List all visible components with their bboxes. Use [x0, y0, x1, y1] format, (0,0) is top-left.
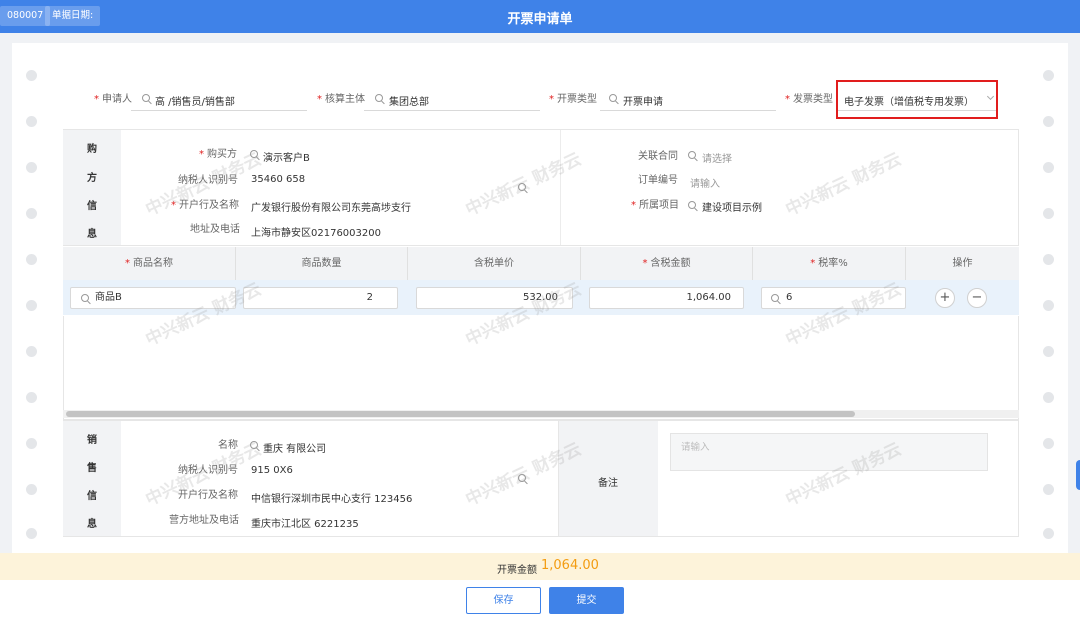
search-icon — [375, 94, 383, 102]
search-icon — [81, 294, 89, 302]
search-icon[interactable] — [688, 151, 696, 159]
table-body — [63, 316, 1019, 420]
save-button[interactable]: 保存 — [466, 587, 541, 614]
add-row-icon[interactable]: + — [935, 288, 955, 308]
remark-textarea[interactable]: 请输入 — [670, 433, 988, 471]
remark-label: 备注 — [598, 478, 618, 489]
buyer-title-char: 方 — [87, 173, 97, 184]
product-name-input[interactable]: 商品B — [70, 287, 236, 309]
search-icon[interactable] — [518, 183, 526, 191]
seller-title-char: 息 — [87, 519, 97, 530]
seller-bank-label: 开户行及名称 — [178, 490, 238, 501]
col-header-rate: * 税率% — [753, 247, 906, 280]
invoice-type-label: 发票类型 — [793, 94, 833, 105]
seller-tax-value: 915 0X6 — [251, 465, 293, 476]
seller-bank-value: 中信银行深圳市民中心支行 123456 — [251, 494, 413, 505]
buyer-bank-value: 广发银行股份有限公司东莞高埗支行 — [251, 203, 411, 214]
side-handle[interactable] — [1076, 460, 1080, 490]
buyer-bank-label: 开户行及名称 — [179, 200, 239, 211]
applicant-label: 申请人 — [102, 94, 132, 105]
buyer-addr-label: 地址及电话 — [190, 224, 240, 235]
applicant-value: 高 /销售员/销售部 — [155, 97, 235, 108]
seller-title-char: 销 — [87, 435, 97, 446]
col-header-amount: * 含税金额 — [581, 247, 753, 280]
buyer-addr-value: 上海市静安区02176003200 — [251, 228, 381, 239]
amount-bar: 开票金额 1,064.00 — [0, 553, 1080, 580]
search-icon[interactable] — [250, 150, 258, 158]
seller-addr-value: 重庆市江北区 6221235 — [251, 519, 359, 530]
entity-label: 核算主体 — [325, 94, 365, 105]
contract-input[interactable]: 请选择 — [702, 150, 732, 165]
top-bar: 080007 单据日期: 开票申请单 — [0, 0, 1080, 33]
amount-value: 1,064.00 — [541, 558, 599, 573]
project-label: 所属项目 — [639, 200, 679, 211]
col-header-price: 含税单价 — [408, 247, 581, 280]
col-header-qty: 商品数量 — [236, 247, 408, 280]
quantity-input[interactable]: 2 — [243, 287, 398, 309]
search-icon[interactable] — [518, 474, 526, 482]
search-icon[interactable] — [688, 201, 696, 209]
col-header-name: * 商品名称 — [63, 247, 236, 280]
buyer-title-char: 购 — [87, 144, 97, 155]
seller-tax-label: 纳税人识别号 — [178, 465, 238, 476]
entity-value: 集团总部 — [389, 97, 429, 108]
project-value[interactable]: 建设项目示例 — [702, 199, 762, 214]
seller-title-char: 售 — [87, 463, 97, 474]
search-icon[interactable] — [250, 441, 258, 449]
buyer-name-label: 购买方 — [207, 149, 237, 160]
submit-button[interactable]: 提交 — [549, 587, 624, 614]
order-label: 订单编号 — [638, 175, 678, 186]
search-icon — [771, 294, 779, 302]
invoicing-type-label: 开票类型 — [557, 94, 597, 105]
search-icon — [609, 94, 617, 102]
buyer-title-char: 息 — [87, 229, 97, 240]
buyer-tax-label: 纳税人识别号 — [178, 175, 238, 186]
buyer-tax-value: 35460 658 — [251, 174, 306, 185]
tax-rate-input[interactable]: 6 — [761, 287, 906, 309]
unit-price-input[interactable]: 532.00 — [416, 287, 573, 309]
buyer-name-value[interactable]: 演示客户B — [263, 149, 310, 164]
seller-name-label: 名称 — [218, 440, 238, 451]
seller-name-value[interactable]: 重庆 有限公司 — [263, 440, 326, 455]
buyer-title-char: 信 — [87, 201, 97, 212]
col-header-actions: 操作 — [906, 247, 1019, 280]
scrollbar-thumb[interactable] — [66, 411, 855, 417]
remove-row-icon[interactable]: − — [967, 288, 987, 308]
seller-addr-label: 营方地址及电话 — [169, 515, 239, 526]
highlight-box — [836, 80, 998, 119]
amount-input[interactable]: 1,064.00 — [589, 287, 744, 309]
search-icon — [142, 94, 150, 102]
contract-label: 关联合同 — [638, 151, 678, 162]
invoicing-type-value: 开票申请 — [623, 97, 663, 108]
order-input[interactable]: 请输入 — [690, 175, 720, 190]
seller-title-char: 信 — [87, 491, 97, 502]
amount-label: 开票金额 — [497, 565, 537, 576]
page-title: 开票申请单 — [507, 12, 573, 27]
